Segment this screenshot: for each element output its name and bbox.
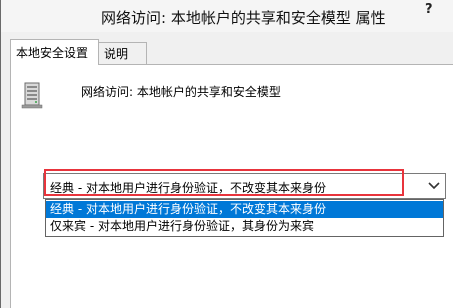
server-icon <box>21 82 43 109</box>
policy-name: 网络访问: 本地帐户的共享和安全模型 <box>81 85 281 99</box>
help-button[interactable]: ? <box>425 2 433 17</box>
tab-local-security-setting[interactable]: 本地安全设置 <box>10 39 99 65</box>
security-model-select[interactable]: 经典 - 对本地用户进行身份验证，不改变其本来身份 <box>43 173 446 199</box>
title-bar[interactable]: 网络访问: 本地帐户的共享和安全模型 属性 ? <box>1 0 453 32</box>
dropdown-option-guest-only[interactable]: 仅来宾 - 对本地用户进行身份验证，其身份为来宾 <box>46 218 443 235</box>
chevron-down-icon[interactable] <box>426 177 442 195</box>
dropdown-list: 经典 - 对本地用户进行身份验证，不改变其本来身份 仅来宾 - 对本地用户进行身… <box>45 199 444 237</box>
window-title: 网络访问: 本地帐户的共享和安全模型 属性 <box>101 9 386 27</box>
select-value: 经典 - 对本地用户进行身份验证，不改变其本来身份 <box>50 181 326 195</box>
dropdown-option-classic[interactable]: 经典 - 对本地用户进行身份验证，不改变其本来身份 <box>46 201 443 218</box>
tab-explain[interactable]: 说明 <box>99 42 147 64</box>
properties-dialog: 网络访问: 本地帐户的共享和安全模型 属性 ? 本地安全设置 说明 网络访问: … <box>0 0 453 308</box>
